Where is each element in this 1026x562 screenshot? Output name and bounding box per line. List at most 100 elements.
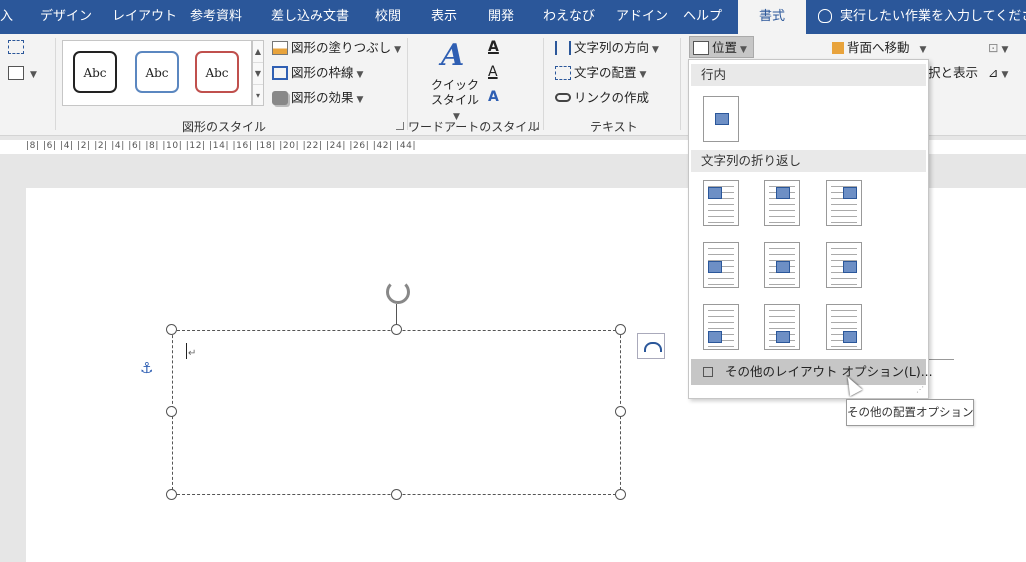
text-direction-label: 文字列の方向 <box>574 40 650 55</box>
scroll-up-icon[interactable]: ▲ <box>253 41 263 63</box>
tell-me-text: 実行したい作業を入力してください <box>840 9 1026 24</box>
text-outline-icon[interactable]: A <box>488 64 498 80</box>
group-label-wordart: ワードアートのスタイル <box>408 120 540 134</box>
tab-view[interactable]: 表示 <box>431 0 457 34</box>
chevron-down-icon: ▼ <box>30 70 37 80</box>
resize-handle-middle-right[interactable] <box>615 406 626 417</box>
more-layout-options-label: その他のレイアウト オプション(L)... <box>725 364 933 379</box>
selection-pane-label: 択と表示 <box>928 65 979 80</box>
send-backward-button[interactable]: 背面へ移動 ▼ <box>832 37 926 59</box>
shape-style-blue[interactable]: Abc <box>135 51 179 93</box>
in-line-with-text-option[interactable] <box>703 96 739 142</box>
resize-handle-bottom-left[interactable] <box>166 489 177 500</box>
resize-handle-bottom-middle[interactable] <box>391 489 402 500</box>
position-button[interactable]: 位置 ▼ <box>689 36 754 58</box>
create-link-button[interactable]: リンクの作成 <box>555 87 649 109</box>
wrap-heading: 文字列の折り返し <box>691 150 926 172</box>
position-middle-center-option[interactable] <box>764 242 800 288</box>
group-separator <box>680 38 681 130</box>
chevron-down-icon: ▼ <box>356 70 364 80</box>
edit-shape-button[interactable] <box>8 36 27 58</box>
text-fill-icon[interactable]: A <box>488 39 499 55</box>
selection-pane-button[interactable]: 択と表示 <box>928 62 978 84</box>
text-align-button[interactable]: 文字の配置 ▼ <box>555 62 646 84</box>
tab-wae-navi[interactable]: わえなび <box>543 0 595 34</box>
tab-layout[interactable]: レイアウト <box>112 0 177 34</box>
tab-references[interactable]: 参考資料 <box>190 0 242 34</box>
wordart-launcher-icon[interactable] <box>531 122 539 130</box>
tab-mailings[interactable]: 差し込み文書 <box>271 0 349 34</box>
shape-fill-button[interactable]: 図形の塗りつぶし ▼ <box>272 37 401 59</box>
gallery-more-icon[interactable]: ▾ <box>253 85 263 107</box>
shape-fill-label: 図形の塗りつぶし <box>291 40 392 55</box>
position-icon <box>693 40 709 55</box>
group-objects-icon[interactable]: ⊡ ▼ <box>988 37 1008 59</box>
group-label-text: テキスト <box>590 120 638 134</box>
resize-handle-bottom-right[interactable] <box>615 489 626 500</box>
shape-effects-button[interactable]: 図形の効果 ▼ <box>272 87 363 109</box>
position-top-right-option[interactable] <box>826 180 862 226</box>
text-effects-icon[interactable]: A <box>488 89 499 105</box>
position-top-center-option[interactable] <box>764 180 800 226</box>
shape-outline-button[interactable]: 図形の枠線 ▼ <box>272 62 363 84</box>
textbox-button[interactable]: ▼ <box>8 62 37 84</box>
align-text-icon <box>555 65 571 80</box>
group-label-shape-styles: 図形のスタイル <box>182 120 267 134</box>
position-middle-right-option[interactable] <box>826 242 862 288</box>
send-backward-label: 背面へ移動 <box>847 40 910 55</box>
chevron-down-icon: ▼ <box>1001 45 1009 55</box>
create-link-label: リンクの作成 <box>574 90 650 105</box>
layout-options-icon <box>703 367 713 377</box>
paragraph-mark-icon: ↵ <box>188 348 197 359</box>
quick-styles-label-1: クイック <box>430 78 479 92</box>
inline-heading: 行内 <box>691 64 926 86</box>
textbox-icon <box>8 65 24 80</box>
position-bottom-right-option[interactable] <box>826 304 862 350</box>
tab-developer[interactable]: 開発 <box>488 0 514 34</box>
gallery-scroll[interactable]: ▲ ▼ ▾ <box>252 40 264 106</box>
position-bottom-center-option[interactable] <box>764 304 800 350</box>
tab-review[interactable]: 校閲 <box>375 0 401 34</box>
resize-handle-top-right[interactable] <box>615 324 626 335</box>
ruler-ticks: |8| |6| |4| |2| |2| |4| |6| |8| |10| |12… <box>26 141 417 151</box>
text-direction-icon <box>555 40 571 55</box>
chevron-down-icon: ▼ <box>919 45 927 55</box>
position-label: 位置 <box>712 40 738 55</box>
group-separator <box>543 38 544 130</box>
position-bottom-left-option[interactable] <box>703 304 739 350</box>
resize-grip-icon[interactable]: ⋰ <box>916 385 924 394</box>
shape-effects-label: 図形の効果 <box>291 90 354 105</box>
selected-textbox[interactable] <box>172 330 621 495</box>
position-top-left-option[interactable] <box>703 180 739 226</box>
rotate-handle-icon[interactable] <box>386 280 410 304</box>
position-middle-left-option[interactable] <box>703 242 739 288</box>
tab-format[interactable]: 書式 <box>738 0 806 34</box>
tooltip: その他の配置オプション <box>846 399 974 426</box>
scroll-down-icon[interactable]: ▼ <box>253 63 263 85</box>
text-direction-button[interactable]: 文字列の方向 ▼ <box>555 37 659 59</box>
resize-handle-middle-left[interactable] <box>166 406 177 417</box>
chevron-down-icon: ▼ <box>356 95 364 105</box>
chevron-down-icon: ▼ <box>1001 70 1009 80</box>
chevron-down-icon: ▼ <box>639 70 647 80</box>
position-dropdown-menu: 行内 文字列の折り返し その他のレイアウト オプション(L)... ⋰ <box>688 59 933 399</box>
wordart-a-icon[interactable]: A <box>441 38 464 73</box>
shape-styles-launcher-icon[interactable] <box>396 122 404 130</box>
group-separator <box>55 38 56 130</box>
more-layout-options-item[interactable]: その他のレイアウト オプション(L)... <box>691 359 933 385</box>
rotate-objects-icon[interactable]: ⊿ ▼ <box>988 62 1008 84</box>
shape-style-red[interactable]: Abc <box>195 51 239 93</box>
group-separator <box>407 38 408 130</box>
shape-outline-label: 図形の枠線 <box>291 65 354 80</box>
tell-me-box[interactable]: 実行したい作業を入力してください <box>818 0 1026 34</box>
layout-options-button[interactable] <box>637 333 665 359</box>
tab-design[interactable]: デザイン <box>40 0 92 34</box>
resize-handle-top-middle[interactable] <box>391 324 402 335</box>
tab-help[interactable]: ヘルプ <box>683 0 722 34</box>
tab-addins[interactable]: アドイン <box>616 0 668 34</box>
shape-style-black[interactable]: Abc <box>73 51 117 93</box>
send-backward-icon <box>832 41 844 54</box>
chevron-down-icon: ▼ <box>394 45 402 55</box>
tab-insert-partial[interactable]: 入 <box>0 0 13 34</box>
resize-handle-top-left[interactable] <box>166 324 177 335</box>
